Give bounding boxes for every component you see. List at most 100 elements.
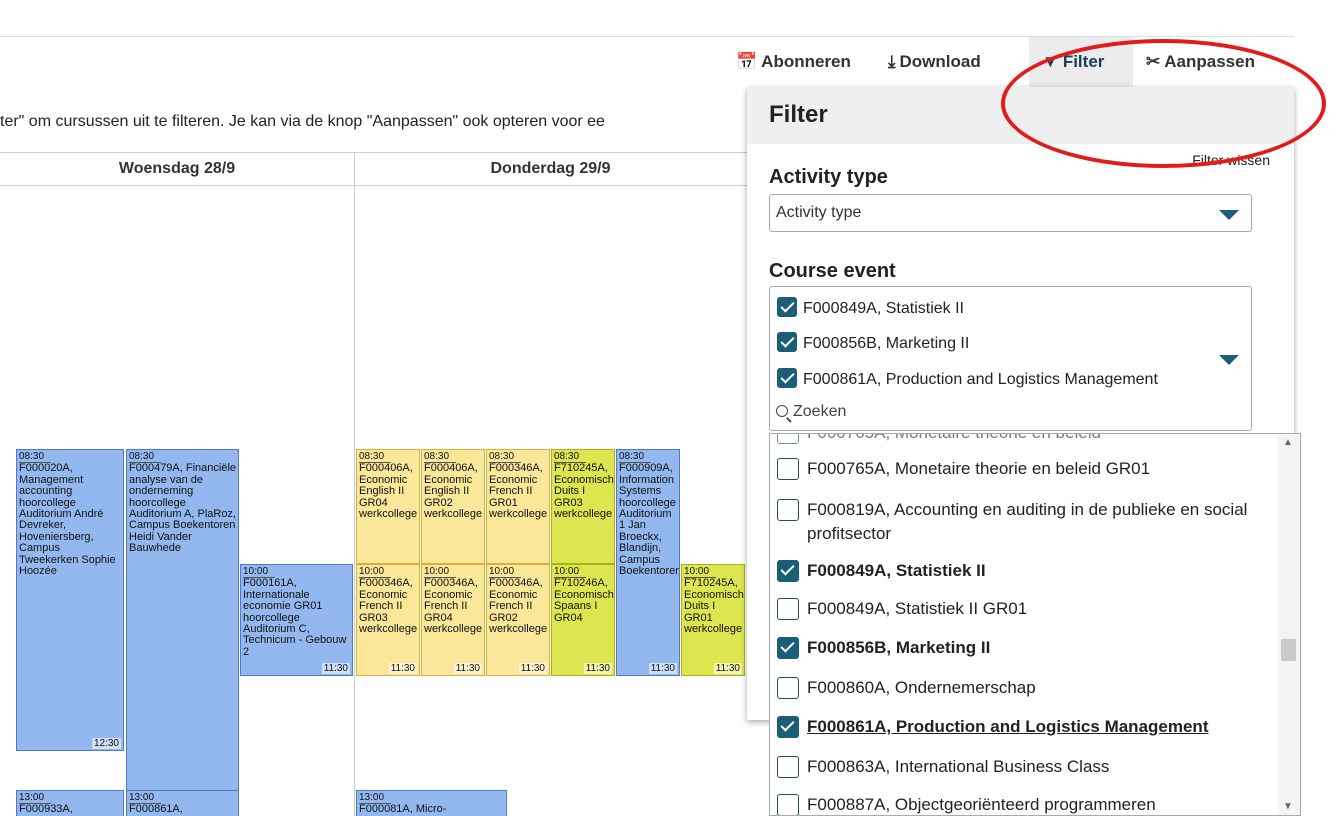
checkbox-checked[interactable] (777, 297, 797, 317)
list-item[interactable]: F000863A, International Business Class (777, 756, 1267, 779)
option-label: F000861A, Production and Logistics Manag… (807, 717, 1209, 736)
list-item[interactable]: F000887A, Objectgeoriënteerd programmere… (777, 794, 1267, 815)
option-label: F000863A, International Business Class (807, 757, 1110, 776)
event-end: 11:30 (388, 662, 417, 674)
checkbox[interactable] (777, 499, 799, 521)
activity-type-select[interactable]: Activity type (769, 194, 1252, 232)
list-item[interactable]: F000856B, Marketing II (777, 637, 1267, 660)
course-event-label: Course event (769, 260, 896, 282)
calendar-icon: 📅 (736, 52, 758, 71)
chip-label: F000861A, Production and Logistics Manag… (803, 371, 1158, 388)
event-text: F000346A, Economic French II GR03 werkco… (359, 577, 418, 636)
event-text: F000346A, Economic French II GR04 werkco… (424, 577, 483, 636)
list-item[interactable]: F000860A, Ondernemerschap (777, 677, 1267, 700)
checkbox-checked[interactable] (777, 332, 797, 352)
list-item[interactable]: F000765A, Monetaire theorie en beleid (777, 434, 1267, 445)
calendar-event[interactable]: 08:30 F000909A, Information Systems hoor… (616, 449, 680, 676)
option-label: F000819A, Accounting en auditing in de p… (807, 500, 1248, 543)
event-end: 11:30 (648, 662, 677, 674)
course-search[interactable]: Zoeken (776, 403, 846, 421)
chevron-down-icon (1219, 355, 1239, 365)
annotation-circle (1001, 39, 1326, 168)
event-end: 11:30 (583, 662, 612, 674)
course-event-dropdown[interactable]: F000765A, Monetaire theorie en beleid F0… (769, 433, 1301, 816)
event-text: F000933A, (19, 803, 73, 816)
event-text: F710245A, Economisch Duits I GR03 werkco… (554, 462, 614, 521)
filter-panel-title: Filter (769, 101, 828, 128)
option-label: F000860A, Ondernemerschap (807, 678, 1036, 697)
calendar-event[interactable]: 13:00 F000861A, (126, 790, 239, 816)
calendar-event[interactable]: 08:30 F000479A, Financiële analyse van d… (126, 449, 239, 816)
list-item[interactable]: F000819A, Accounting en auditing in de p… (777, 498, 1267, 546)
option-label: F000849A, Statistiek II (807, 561, 986, 580)
option-label: F000887A, Objectgeoriënteerd programmere… (807, 795, 1156, 814)
checkbox[interactable] (777, 434, 799, 444)
calendar-grid: Woensdag 28/9 Donderdag 29/9 08:30 F0000… (0, 152, 747, 816)
checkbox[interactable] (777, 756, 799, 778)
checkbox-checked[interactable] (777, 368, 797, 388)
event-end: 11:30 (453, 662, 482, 674)
list-item[interactable]: F000861A, Production and Logistics Manag… (777, 716, 1267, 739)
event-text: F000161A, Internationale economie GR01 h… (243, 577, 347, 658)
option-label: F000765A, Monetaire theorie en beleid (807, 434, 1262, 444)
chevron-down-icon (1219, 210, 1239, 220)
calendar-event[interactable]: 08:30 F000406A, Economic English II GR04… (356, 449, 420, 564)
activity-type-label: Activity type (769, 166, 888, 188)
event-end: 11:30 (713, 662, 742, 674)
download-icon: ⤓ (888, 52, 896, 71)
grid-line (0, 152, 747, 153)
calendar-event[interactable]: 08:30 F710245A, Economisch Duits I GR03 … (551, 449, 615, 564)
scroll-down-icon[interactable]: ▼ (1283, 801, 1293, 812)
grid-line (0, 185, 747, 186)
day-header: Donderdag 29/9 (490, 160, 611, 177)
event-text: F710246A, Economisch Spaans I GR04 (554, 577, 614, 624)
event-text: F000909A, Information Systems hoorcolleg… (619, 462, 680, 578)
dropdown-scrollbar[interactable]: ▲ ▼ (1278, 434, 1300, 815)
calendar-event[interactable]: 08:30 F000346A, Economic French II GR01 … (486, 449, 550, 564)
event-end: 11:30 (321, 662, 350, 674)
event-text: F000020A, Management accounting hoorcoll… (19, 462, 116, 578)
event-end: 12:30 (91, 737, 121, 749)
subscribe-button[interactable]: 📅 Abonneren (736, 52, 851, 72)
scrollbar-thumb[interactable] (1281, 639, 1296, 661)
selected-chip[interactable]: F000861A, Production and Logistics Manag… (777, 368, 1229, 389)
option-label: F000856B, Marketing II (807, 638, 991, 657)
checkbox[interactable] (777, 677, 799, 699)
checkbox-checked[interactable] (777, 716, 799, 738)
checkbox[interactable] (777, 458, 799, 480)
checkbox[interactable] (777, 794, 799, 815)
event-text: F000861A, (129, 803, 183, 816)
checkbox-checked[interactable] (777, 560, 799, 582)
option-label: F000849A, Statistiek II GR01 (807, 599, 1028, 618)
selected-chip[interactable]: F000849A, Statistiek II (777, 297, 1229, 318)
checkbox[interactable] (777, 598, 799, 620)
calendar-event[interactable]: 10:00 F710246A, Economisch Spaans I GR04… (551, 564, 615, 676)
chip-label: F000849A, Statistiek II (803, 300, 964, 317)
calendar-event[interactable]: 10:00 F000346A, Economic French II GR04 … (421, 564, 485, 676)
event-end: 11:30 (518, 662, 547, 674)
calendar-event[interactable]: 08:30 F000020A, Management accounting ho… (16, 449, 124, 751)
event-text: F710245A, Economisch Duits I GR01 werkco… (684, 577, 744, 636)
checkbox-checked[interactable] (777, 637, 799, 659)
list-item[interactable]: F000765A, Monetaire theorie en beleid GR… (777, 458, 1267, 481)
list-item[interactable]: F000849A, Statistiek II GR01 (777, 598, 1267, 621)
event-text: F000406A, Economic English II GR02 werkc… (424, 462, 483, 521)
calendar-event[interactable]: 10:00 F000161A, Internationale economie … (240, 564, 353, 676)
search-placeholder: Zoeken (793, 403, 847, 420)
calendar-event[interactable]: 13:00 F000933A, (16, 790, 124, 816)
calendar-event[interactable]: 10:00 F000346A, Economic French II GR02 … (486, 564, 550, 676)
calendar-event[interactable]: 10:00 F000346A, Economic French II GR03 … (356, 564, 420, 676)
intro-text: ter" om cursussen uit te filteren. Je ka… (0, 113, 605, 130)
selected-chip[interactable]: F000856B, Marketing II (777, 332, 1229, 353)
download-button[interactable]: ⤓ Download (888, 52, 1013, 72)
event-text: F000346A, Economic French II GR02 werkco… (489, 577, 548, 636)
calendar-event[interactable]: 08:30 F000406A, Economic English II GR02… (421, 449, 485, 564)
calendar-event[interactable]: 10:00 F710245A, Economisch Duits I GR01 … (681, 564, 745, 676)
calendar-event[interactable]: 13:00 F000081A, Micro- (356, 790, 507, 816)
day-header: Woensdag 28/9 (118, 160, 236, 177)
option-label: F000765A, Monetaire theorie en beleid GR… (807, 459, 1151, 478)
list-item[interactable]: F000849A, Statistiek II (777, 560, 1267, 583)
scroll-up-icon[interactable]: ▲ (1283, 437, 1293, 448)
event-text: F000479A, Financiële analyse van de onde… (129, 462, 237, 555)
course-event-select[interactable]: F000849A, Statistiek II F000856B, Market… (769, 286, 1252, 431)
